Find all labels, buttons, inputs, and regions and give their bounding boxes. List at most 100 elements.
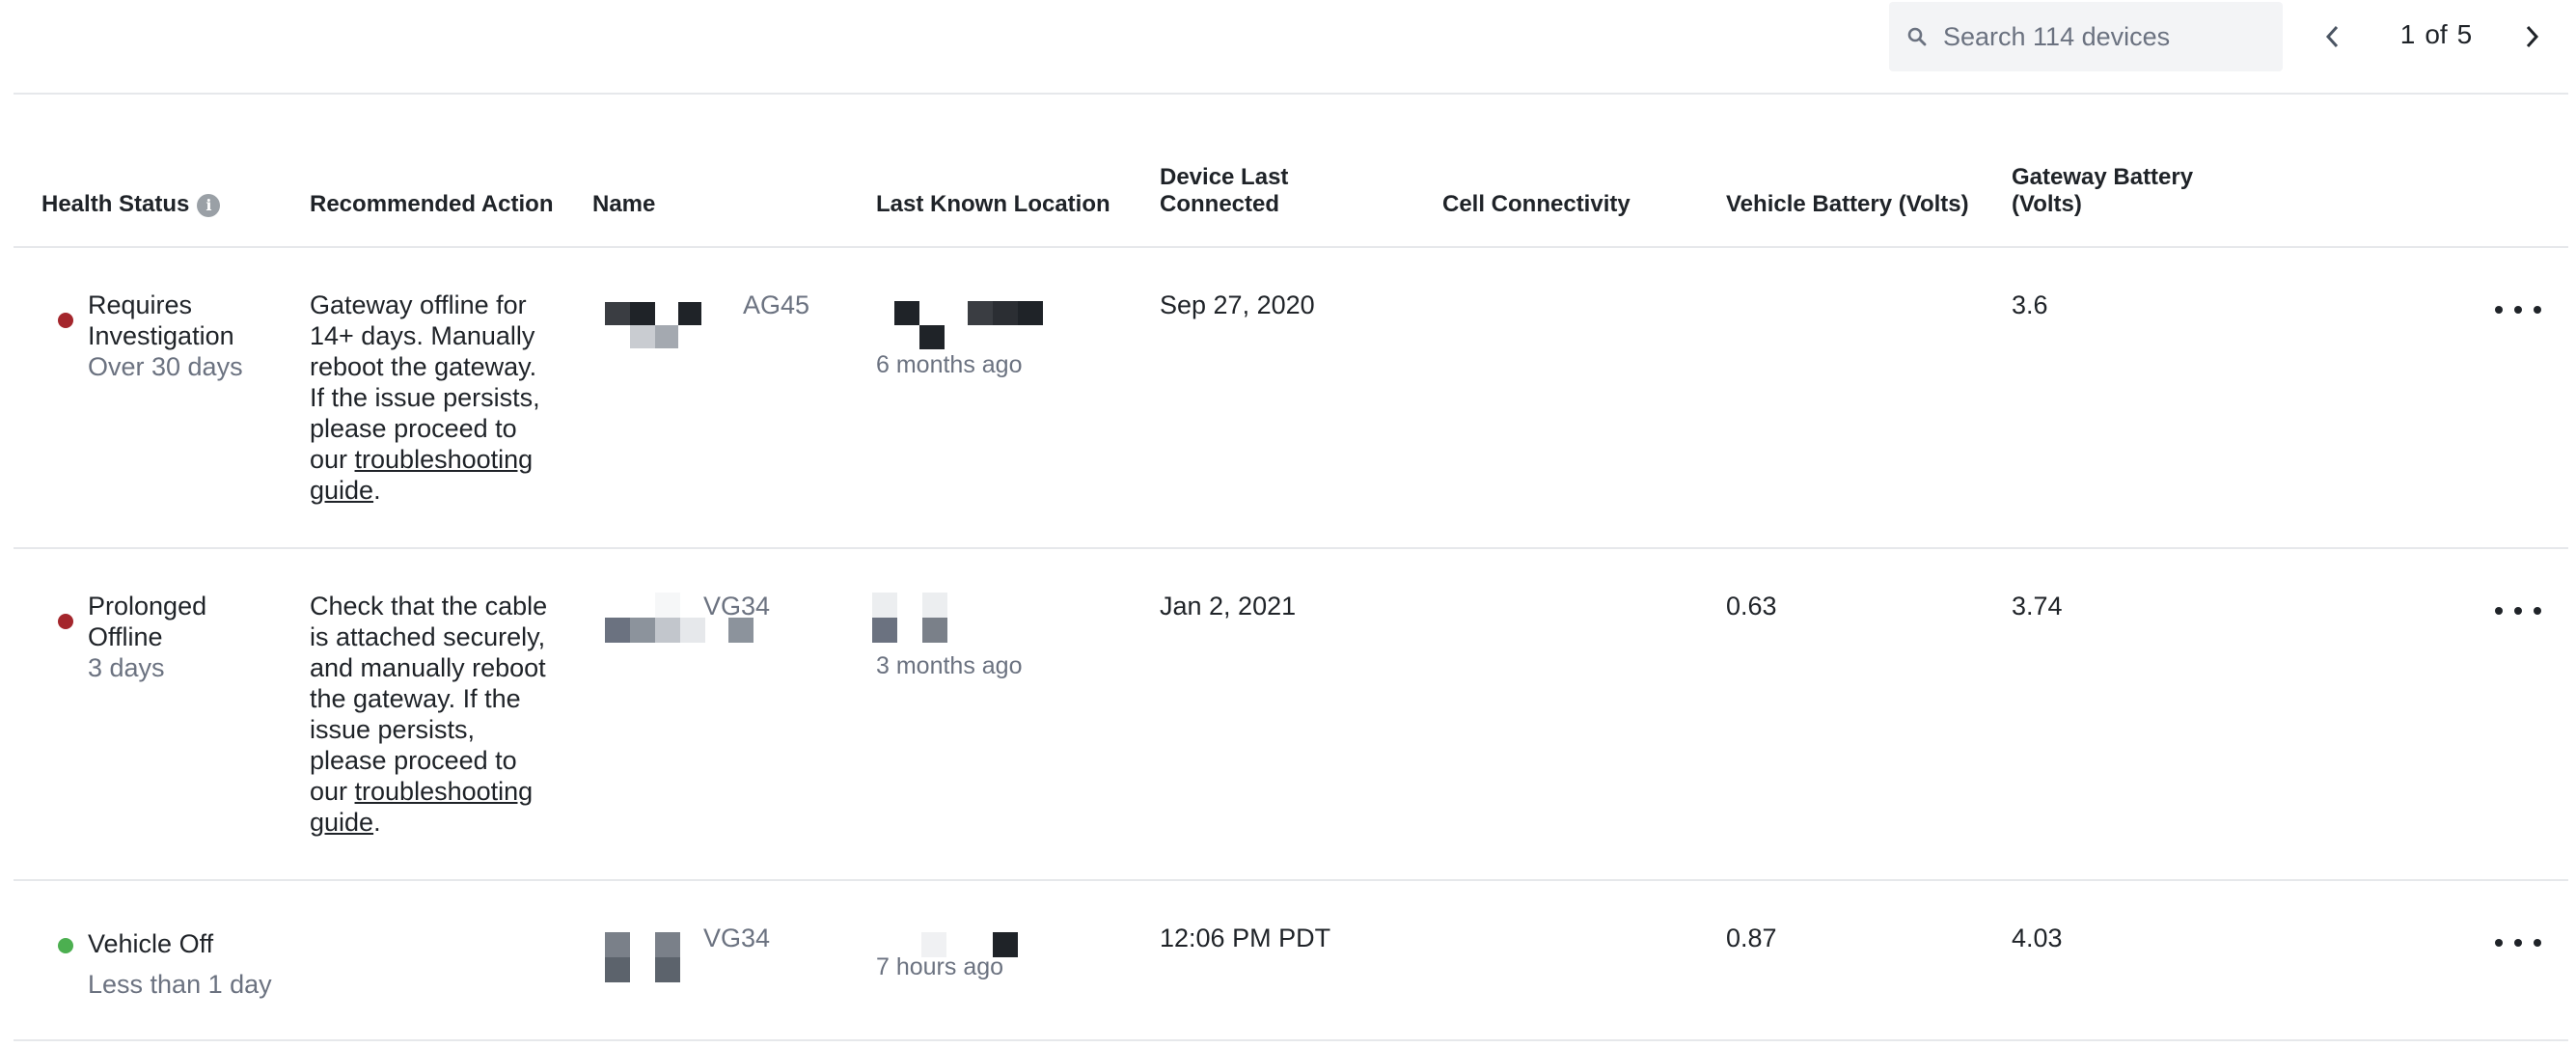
row-divider bbox=[14, 879, 2568, 881]
vehicle-battery: 0.87 bbox=[1726, 924, 1777, 952]
gateway-battery: 3.74 bbox=[2012, 592, 2063, 621]
redacted-location bbox=[894, 301, 1043, 349]
action-line: please proceed to bbox=[310, 746, 517, 775]
column-device-last-connected[interactable]: Device Last Connected bbox=[1160, 164, 1288, 218]
action-line: is attached securely, bbox=[310, 622, 546, 651]
action-line: our troubleshooting bbox=[310, 776, 547, 807]
column-recommended-action: Recommended Action bbox=[310, 191, 554, 217]
action-line: reboot the gateway. bbox=[310, 352, 537, 381]
device-tag[interactable]: AG45 bbox=[743, 290, 809, 320]
column-gateway-battery: Gateway Battery (Volts) bbox=[2012, 164, 2193, 218]
column-last-known-location: Last Known Location bbox=[876, 191, 1110, 217]
toolbar: 1 of 5 bbox=[0, 0, 2576, 93]
column-name[interactable]: Name bbox=[592, 191, 655, 218]
more-icon-dot bbox=[2534, 607, 2541, 615]
more-options-button[interactable] bbox=[2495, 599, 2541, 622]
column-health-status-label: Health Status bbox=[41, 191, 190, 217]
info-icon[interactable]: i bbox=[197, 193, 221, 217]
column-device-last-connected-line2: Connected bbox=[1160, 191, 1280, 217]
row-divider bbox=[14, 1039, 2568, 1041]
troubleshooting-guide-link-cont[interactable]: guide bbox=[310, 808, 373, 837]
page-current: 1 bbox=[2399, 19, 2416, 49]
column-health-status[interactable]: Health Status i bbox=[41, 191, 221, 218]
location-time: 6 months ago bbox=[876, 351, 1023, 378]
status-label: Prolonged bbox=[88, 592, 207, 621]
action-line: and manually reboot bbox=[310, 653, 546, 682]
action-line: 14+ days. Manually bbox=[310, 321, 535, 350]
search-icon bbox=[1906, 26, 1928, 47]
action-suffix: . bbox=[373, 808, 381, 837]
troubleshooting-guide-link[interactable]: troubleshooting bbox=[355, 777, 534, 806]
next-page-button[interactable] bbox=[2512, 17, 2551, 56]
action-line: guide. bbox=[310, 475, 540, 506]
last-connected: 12:06 PM PDT bbox=[1160, 924, 1331, 952]
action-line: the gateway. If the bbox=[310, 684, 521, 713]
device-tag[interactable]: VG34 bbox=[703, 923, 770, 953]
action-suffix: . bbox=[373, 476, 381, 505]
action-line: Check that the cable bbox=[310, 592, 548, 621]
column-vehicle-battery: Vehicle Battery (Volts) bbox=[1726, 191, 1969, 217]
troubleshooting-guide-link-cont[interactable]: guide bbox=[310, 476, 373, 505]
redacted-device-name bbox=[605, 302, 701, 350]
redacted-device-name bbox=[605, 932, 680, 982]
more-icon-dot bbox=[2495, 607, 2503, 615]
more-icon-dot bbox=[2514, 607, 2522, 615]
more-icon-dot bbox=[2495, 939, 2503, 947]
chevron-right-icon bbox=[2526, 25, 2539, 48]
device-tag[interactable]: VG34 bbox=[703, 591, 770, 621]
column-cell-connectivity: Cell Connectivity bbox=[1442, 191, 1631, 217]
action-line: our troubleshooting bbox=[310, 444, 540, 475]
more-icon-dot bbox=[2514, 939, 2522, 947]
health-status: Requires Investigation Over 30 days bbox=[88, 290, 243, 382]
status-duration: Less than 1 day bbox=[88, 970, 272, 999]
more-options-button[interactable] bbox=[2495, 931, 2541, 954]
action-line: guide. bbox=[310, 807, 547, 838]
location-time: 7 hours ago bbox=[876, 953, 1004, 980]
chevron-left-icon bbox=[2325, 25, 2339, 48]
more-icon-dot bbox=[2495, 306, 2503, 314]
row-divider bbox=[14, 547, 2568, 549]
status-duration: Over 30 days bbox=[88, 352, 243, 381]
page-total: 5 bbox=[2456, 19, 2473, 49]
action-link-prefix: our bbox=[310, 445, 355, 474]
column-gateway-battery-line2: (Volts) bbox=[2012, 191, 2082, 217]
status-label-line2: Offline bbox=[88, 622, 163, 651]
health-status: Prolonged Offline 3 days bbox=[88, 591, 206, 683]
status-dot-red bbox=[58, 313, 73, 328]
status-label-line2: Investigation bbox=[88, 321, 234, 350]
action-line: please proceed to bbox=[310, 414, 517, 443]
page-indicator: 1 of 5 bbox=[2383, 19, 2489, 50]
troubleshooting-guide-link[interactable]: troubleshooting bbox=[355, 445, 534, 474]
search-box[interactable] bbox=[1889, 2, 2283, 71]
status-label: Requires bbox=[88, 290, 193, 319]
status-dot-red bbox=[58, 614, 73, 629]
vehicle-battery: 0.63 bbox=[1726, 592, 1777, 621]
status-dot-green bbox=[58, 938, 73, 953]
status-duration: 3 days bbox=[88, 653, 165, 682]
search-input[interactable] bbox=[1943, 21, 2261, 52]
more-icon-dot bbox=[2534, 306, 2541, 314]
more-options-button[interactable] bbox=[2495, 298, 2541, 321]
redacted-location bbox=[872, 593, 947, 643]
prev-page-button[interactable] bbox=[2314, 17, 2352, 56]
last-connected: Jan 2, 2021 bbox=[1160, 592, 1297, 621]
gateway-battery: 4.03 bbox=[2012, 924, 2063, 952]
location-time: 3 months ago bbox=[876, 652, 1023, 679]
action-line: Gateway offline for bbox=[310, 290, 527, 319]
gateway-battery: 3.6 bbox=[2012, 290, 2048, 319]
more-icon-dot bbox=[2514, 306, 2522, 314]
action-line: issue persists, bbox=[310, 715, 476, 744]
column-gateway-battery-line1: Gateway Battery bbox=[2012, 164, 2194, 190]
header-divider bbox=[14, 246, 2568, 248]
action-line: If the issue persists, bbox=[310, 383, 540, 412]
toolbar-divider bbox=[14, 93, 2568, 95]
column-device-last-connected-line1: Device Last bbox=[1160, 164, 1289, 190]
more-icon-dot bbox=[2534, 939, 2541, 947]
status-label: Vehicle Off bbox=[88, 929, 214, 958]
last-connected: Sep 27, 2020 bbox=[1160, 290, 1315, 319]
action-link-prefix: our bbox=[310, 777, 355, 806]
health-status: Vehicle Off Less than 1 day bbox=[88, 928, 272, 1000]
page-of: of bbox=[2425, 19, 2448, 49]
recommended-action: Check that the cable is attached securel… bbox=[310, 591, 547, 838]
recommended-action: Gateway offline for 14+ days. Manually r… bbox=[310, 290, 540, 506]
